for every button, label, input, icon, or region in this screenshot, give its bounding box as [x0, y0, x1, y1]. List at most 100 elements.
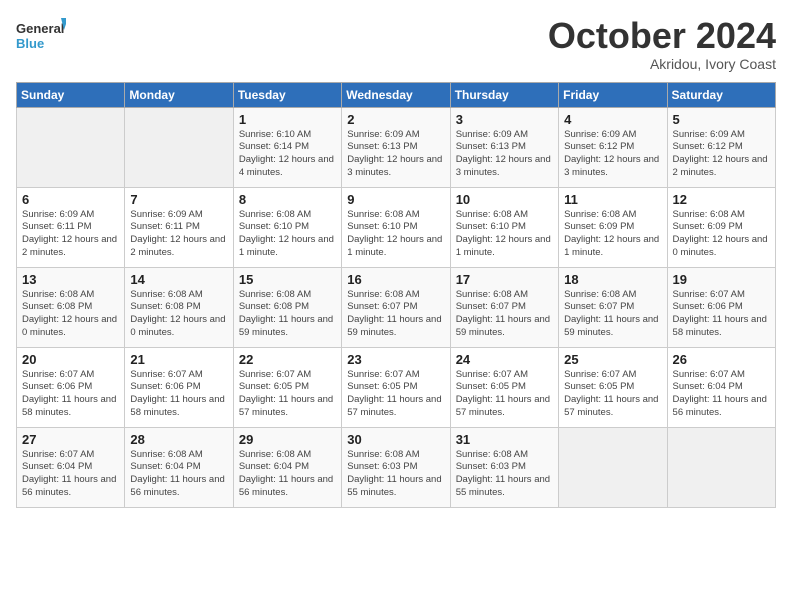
day-number: 16 [347, 272, 444, 287]
day-info: Sunrise: 6:08 AM Sunset: 6:10 PM Dayligh… [347, 209, 444, 260]
day-number: 11 [564, 192, 661, 207]
weekday-friday: Friday [559, 82, 667, 107]
day-info: Sunrise: 6:09 AM Sunset: 6:13 PM Dayligh… [347, 129, 444, 180]
day-info: Sunrise: 6:08 AM Sunset: 6:09 PM Dayligh… [564, 209, 661, 260]
calendar-cell: 6 Sunrise: 6:09 AM Sunset: 6:11 PM Daylig… [17, 187, 125, 267]
calendar-cell: 2 Sunrise: 6:09 AM Sunset: 6:13 PM Daylig… [342, 107, 450, 187]
calendar-cell: 5Sunrise: 6:09 AM Sunset: 6:12 PM Daylig… [667, 107, 775, 187]
calendar-cell: 9 Sunrise: 6:08 AM Sunset: 6:10 PM Daylig… [342, 187, 450, 267]
day-info: Sunrise: 6:08 AM Sunset: 6:07 PM Dayligh… [456, 289, 553, 340]
day-info: Sunrise: 6:07 AM Sunset: 6:04 PM Dayligh… [22, 449, 119, 500]
day-number: 26 [673, 352, 770, 367]
calendar-cell: 21Sunrise: 6:07 AM Sunset: 6:06 PM Dayli… [125, 347, 233, 427]
calendar-cell: 3 Sunrise: 6:09 AM Sunset: 6:13 PM Daylig… [450, 107, 558, 187]
title-area: October 2024 Akridou, Ivory Coast [548, 16, 776, 72]
day-info: Sunrise: 6:09 AM Sunset: 6:12 PM Dayligh… [564, 129, 661, 180]
day-info: Sunrise: 6:08 AM Sunset: 6:09 PM Dayligh… [673, 209, 770, 260]
day-info: Sunrise: 6:09 AM Sunset: 6:11 PM Dayligh… [22, 209, 119, 260]
day-info: Sunrise: 6:07 AM Sunset: 6:05 PM Dayligh… [239, 369, 336, 420]
calendar-cell: 23 Sunrise: 6:07 AM Sunset: 6:05 PM Dayli… [342, 347, 450, 427]
calendar-cell [559, 427, 667, 507]
calendar-cell: 1Sunrise: 6:10 AM Sunset: 6:14 PM Daylig… [233, 107, 341, 187]
calendar-cell: 20 Sunrise: 6:07 AM Sunset: 6:06 PM Dayli… [17, 347, 125, 427]
day-number: 5 [673, 112, 770, 127]
day-info: Sunrise: 6:08 AM Sunset: 6:04 PM Dayligh… [239, 449, 336, 500]
day-number: 14 [130, 272, 227, 287]
day-info: Sunrise: 6:09 AM Sunset: 6:11 PM Dayligh… [130, 209, 227, 260]
day-info: Sunrise: 6:07 AM Sunset: 6:06 PM Dayligh… [673, 289, 770, 340]
day-info: Sunrise: 6:07 AM Sunset: 6:05 PM Dayligh… [564, 369, 661, 420]
day-number: 31 [456, 432, 553, 447]
location-subtitle: Akridou, Ivory Coast [548, 56, 776, 72]
day-number: 19 [673, 272, 770, 287]
calendar-cell: 27 Sunrise: 6:07 AM Sunset: 6:04 PM Dayli… [17, 427, 125, 507]
calendar-cell: 14Sunrise: 6:08 AM Sunset: 6:08 PM Dayli… [125, 267, 233, 347]
calendar-cell [667, 427, 775, 507]
calendar-cell: 15 Sunrise: 6:08 AM Sunset: 6:08 PM Dayli… [233, 267, 341, 347]
day-info: Sunrise: 6:08 AM Sunset: 6:07 PM Dayligh… [564, 289, 661, 340]
day-number: 30 [347, 432, 444, 447]
calendar-cell: 31 Sunrise: 6:08 AM Sunset: 6:03 PM Dayli… [450, 427, 558, 507]
day-info: Sunrise: 6:07 AM Sunset: 6:04 PM Dayligh… [673, 369, 770, 420]
day-number: 23 [347, 352, 444, 367]
day-info: Sunrise: 6:09 AM Sunset: 6:13 PM Dayligh… [456, 129, 553, 180]
day-number: 28 [130, 432, 227, 447]
calendar-cell: 12 Sunrise: 6:08 AM Sunset: 6:09 PM Dayli… [667, 187, 775, 267]
month-title: October 2024 [548, 16, 776, 56]
calendar-cell [17, 107, 125, 187]
calendar-cell: 22 Sunrise: 6:07 AM Sunset: 6:05 PM Dayli… [233, 347, 341, 427]
day-number: 15 [239, 272, 336, 287]
day-number: 9 [347, 192, 444, 207]
calendar-cell: 30 Sunrise: 6:08 AM Sunset: 6:03 PM Dayli… [342, 427, 450, 507]
day-number: 10 [456, 192, 553, 207]
day-info: Sunrise: 6:08 AM Sunset: 6:04 PM Dayligh… [130, 449, 227, 500]
logo: General Blue [16, 16, 66, 56]
svg-text:Blue: Blue [16, 36, 44, 51]
day-number: 6 [22, 192, 119, 207]
day-number: 8 [239, 192, 336, 207]
day-info: Sunrise: 6:07 AM Sunset: 6:05 PM Dayligh… [456, 369, 553, 420]
weekday-wednesday: Wednesday [342, 82, 450, 107]
weekday-monday: Monday [125, 82, 233, 107]
calendar-cell: 4 Sunrise: 6:09 AM Sunset: 6:12 PM Daylig… [559, 107, 667, 187]
day-number: 12 [673, 192, 770, 207]
calendar-cell: 29 Sunrise: 6:08 AM Sunset: 6:04 PM Dayli… [233, 427, 341, 507]
day-info: Sunrise: 6:08 AM Sunset: 6:10 PM Dayligh… [239, 209, 336, 260]
day-number: 29 [239, 432, 336, 447]
calendar-cell: 13Sunrise: 6:08 AM Sunset: 6:08 PM Dayli… [17, 267, 125, 347]
weekday-thursday: Thursday [450, 82, 558, 107]
calendar-cell: 11 Sunrise: 6:08 AM Sunset: 6:09 PM Dayli… [559, 187, 667, 267]
day-number: 25 [564, 352, 661, 367]
day-info: Sunrise: 6:10 AM Sunset: 6:14 PM Dayligh… [239, 129, 336, 180]
weekday-saturday: Saturday [667, 82, 775, 107]
day-number: 17 [456, 272, 553, 287]
day-number: 4 [564, 112, 661, 127]
calendar-cell: 19 Sunrise: 6:07 AM Sunset: 6:06 PM Dayli… [667, 267, 775, 347]
calendar-cell [125, 107, 233, 187]
day-info: Sunrise: 6:07 AM Sunset: 6:05 PM Dayligh… [347, 369, 444, 420]
day-number: 24 [456, 352, 553, 367]
day-info: Sunrise: 6:08 AM Sunset: 6:07 PM Dayligh… [347, 289, 444, 340]
day-number: 7 [130, 192, 227, 207]
day-info: Sunrise: 6:08 AM Sunset: 6:08 PM Dayligh… [239, 289, 336, 340]
day-info: Sunrise: 6:08 AM Sunset: 6:03 PM Dayligh… [347, 449, 444, 500]
calendar-cell: 10 Sunrise: 6:08 AM Sunset: 6:10 PM Dayli… [450, 187, 558, 267]
day-info: Sunrise: 6:08 AM Sunset: 6:08 PM Dayligh… [22, 289, 119, 340]
day-info: Sunrise: 6:08 AM Sunset: 6:03 PM Dayligh… [456, 449, 553, 500]
day-number: 22 [239, 352, 336, 367]
calendar-cell: 8 Sunrise: 6:08 AM Sunset: 6:10 PM Daylig… [233, 187, 341, 267]
calendar-cell: 24 Sunrise: 6:07 AM Sunset: 6:05 PM Dayli… [450, 347, 558, 427]
calendar-cell: 25 Sunrise: 6:07 AM Sunset: 6:05 PM Dayli… [559, 347, 667, 427]
calendar-cell: 26 Sunrise: 6:07 AM Sunset: 6:04 PM Dayli… [667, 347, 775, 427]
weekday-sunday: Sunday [17, 82, 125, 107]
day-number: 20 [22, 352, 119, 367]
weekday-tuesday: Tuesday [233, 82, 341, 107]
day-info: Sunrise: 6:08 AM Sunset: 6:10 PM Dayligh… [456, 209, 553, 260]
svg-text:General: General [16, 21, 64, 36]
day-number: 2 [347, 112, 444, 127]
day-number: 27 [22, 432, 119, 447]
day-number: 3 [456, 112, 553, 127]
calendar-cell: 28 Sunrise: 6:08 AM Sunset: 6:04 PM Dayli… [125, 427, 233, 507]
day-info: Sunrise: 6:07 AM Sunset: 6:06 PM Dayligh… [22, 369, 119, 420]
calendar-cell: 7 Sunrise: 6:09 AM Sunset: 6:11 PM Daylig… [125, 187, 233, 267]
